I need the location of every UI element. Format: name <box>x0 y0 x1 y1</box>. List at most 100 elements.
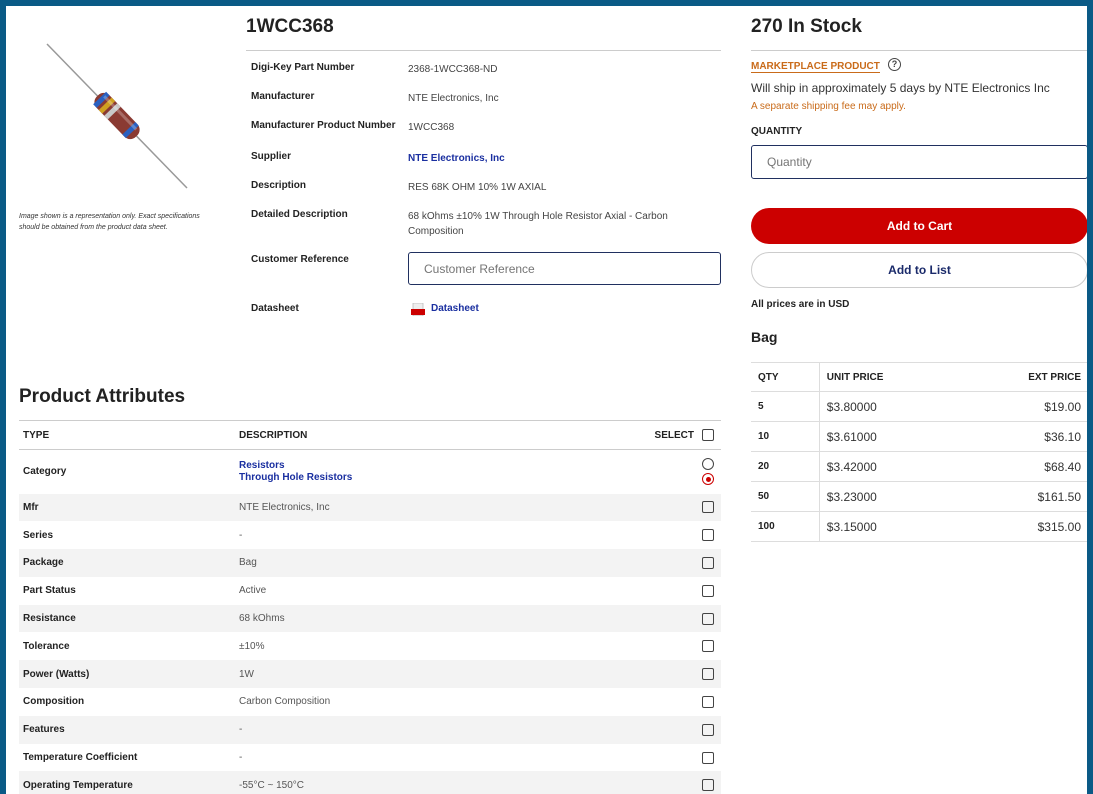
attr-header-description: DESCRIPTION <box>235 420 641 450</box>
attr-type: Power (Watts) <box>19 660 235 689</box>
attr-checkbox[interactable] <box>702 779 714 792</box>
attr-header-type: TYPE <box>19 420 235 450</box>
category-link-through-hole[interactable]: Through Hole Resistors <box>239 472 637 484</box>
price-ext: $19.00 <box>957 391 1087 422</box>
shipping-note: Will ship in approximately 5 days by NTE… <box>751 81 1050 95</box>
detail-value: 2368-1WCC368-ND <box>408 64 498 75</box>
attr-category-links: Resistors Through Hole Resistors <box>235 450 641 494</box>
divider <box>751 50 1087 51</box>
price-qty: 10 <box>751 421 820 452</box>
attr-checkbox[interactable] <box>702 556 714 569</box>
attr-checkbox[interactable] <box>702 612 714 625</box>
attr-checkbox[interactable] <box>702 751 714 764</box>
price-unit: $3.15000 <box>818 511 958 542</box>
select-all-checkbox[interactable] <box>702 429 714 441</box>
detail-value: RES 68K OHM 10% 1W AXIAL <box>408 182 547 193</box>
datasheet-link[interactable]: Datasheet <box>431 303 479 314</box>
attributes-header-row: TYPE DESCRIPTION SELECT <box>19 420 721 450</box>
quantity-input[interactable] <box>751 145 1087 179</box>
attr-value: 1W <box>235 660 641 689</box>
pricing-table: QTY UNIT PRICE EXT PRICE 5 $3.80000 $19.… <box>751 362 1087 542</box>
quantity-label: QUANTITY <box>751 126 803 137</box>
price-qty: 20 <box>751 451 820 482</box>
attr-type: Part Status <box>23 585 76 597</box>
detail-label: Description <box>251 180 307 191</box>
detail-label: Supplier <box>251 151 292 162</box>
attr-row: Resistance 68 kOhms <box>19 604 721 633</box>
pricing-header-qty: QTY <box>751 362 820 392</box>
price-qty: 50 <box>751 481 820 512</box>
currency-note: All prices are in USD <box>751 299 850 310</box>
category-radio-resistors[interactable] <box>702 458 714 471</box>
attributes-table: TYPE DESCRIPTION SELECT Category Resisto… <box>19 420 721 794</box>
category-radio-through-hole[interactable] <box>702 473 714 486</box>
attr-checkbox[interactable] <box>702 695 714 708</box>
pricing-row: 5 $3.80000 $19.00 <box>751 391 1087 422</box>
pricing-row: 20 $3.42000 $68.40 <box>751 451 1087 482</box>
detail-label: Datasheet <box>251 303 299 314</box>
detail-label: Digi-Key Part Number <box>251 62 355 73</box>
attr-value: ±10% <box>239 640 265 652</box>
attr-type: Series <box>23 529 54 541</box>
pricing-header-unit: UNIT PRICE <box>818 362 958 392</box>
marketplace-product-link[interactable]: MARKETPLACE PRODUCT <box>751 61 880 73</box>
detail-label: Manufacturer Product Number <box>251 120 396 131</box>
attr-row-category: Category Resistors Through Hole Resistor… <box>19 450 721 494</box>
attr-value: Carbon Composition <box>239 696 331 708</box>
price-unit: $3.42000 <box>818 451 958 482</box>
attr-value: 68 kOhms <box>235 604 641 633</box>
attr-type: Composition <box>23 696 85 708</box>
attributes-title: Product Attributes <box>19 386 186 407</box>
add-to-cart-button[interactable]: Add to Cart <box>751 208 1087 244</box>
attr-type: Temperature Coefficient <box>23 752 138 764</box>
attr-value: NTE Electronics, Inc <box>235 493 641 522</box>
add-to-list-button[interactable]: Add to List <box>751 252 1087 288</box>
attr-checkbox[interactable] <box>702 584 714 597</box>
attr-type: Package <box>19 549 235 577</box>
attr-row: Mfr NTE Electronics, Inc <box>19 493 721 522</box>
attr-checkbox[interactable] <box>702 501 714 514</box>
attr-checkbox[interactable] <box>702 668 714 681</box>
customer-reference-input[interactable] <box>408 252 721 285</box>
category-link-resistors[interactable]: Resistors <box>239 460 637 472</box>
attr-value: Active <box>239 585 267 597</box>
attr-value: -55°C ~ 150°C <box>235 771 641 794</box>
price-ext: $161.50 <box>957 481 1087 512</box>
attr-select <box>641 450 721 494</box>
attr-type: Mfr <box>19 493 235 522</box>
detail-label: Manufacturer <box>251 91 315 102</box>
price-ext: $315.00 <box>957 511 1087 542</box>
detail-value: 1WCC368 <box>408 122 455 133</box>
attr-row: Composition Carbon Composition <box>19 688 721 716</box>
product-title: 1WCC368 <box>246 16 334 37</box>
attr-row: Operating Temperature -55°C ~ 150°C <box>19 771 721 794</box>
pricing-header-ext: EXT PRICE <box>957 362 1087 392</box>
attr-row: Package Bag <box>19 549 721 577</box>
attr-row: Part Status Active <box>19 577 721 605</box>
price-unit: $3.23000 <box>818 481 958 512</box>
attr-row: Series - <box>19 521 721 549</box>
attr-checkbox[interactable] <box>702 529 714 542</box>
divider <box>246 50 721 51</box>
attr-checkbox[interactable] <box>702 640 714 653</box>
pricing-header-row: QTY UNIT PRICE EXT PRICE <box>751 362 1087 392</box>
attr-type: Category <box>23 466 67 478</box>
pdf-icon <box>411 303 425 316</box>
price-ext: $36.10 <box>957 421 1087 452</box>
detail-label: Detailed Description <box>251 209 348 220</box>
supplier-link[interactable]: NTE Electronics, Inc <box>408 151 723 166</box>
pricing-row: 100 $3.15000 $315.00 <box>751 511 1087 542</box>
attr-row: Temperature Coefficient - <box>19 744 721 772</box>
attr-value: - <box>235 715 641 744</box>
shipping-fee-note: A separate shipping fee may apply. <box>751 101 906 112</box>
help-icon[interactable]: ? <box>888 58 901 71</box>
attr-header-select: SELECT <box>641 420 721 450</box>
resistor-product-image[interactable] <box>42 36 192 196</box>
select-label: SELECT <box>654 429 694 441</box>
price-qty: 5 <box>751 391 820 422</box>
packaging-label: Bag <box>751 329 778 345</box>
pricing-row: 10 $3.61000 $36.10 <box>751 421 1087 452</box>
price-unit: $3.61000 <box>818 421 958 452</box>
attr-checkbox[interactable] <box>702 723 714 736</box>
attr-row: Power (Watts) 1W <box>19 660 721 689</box>
